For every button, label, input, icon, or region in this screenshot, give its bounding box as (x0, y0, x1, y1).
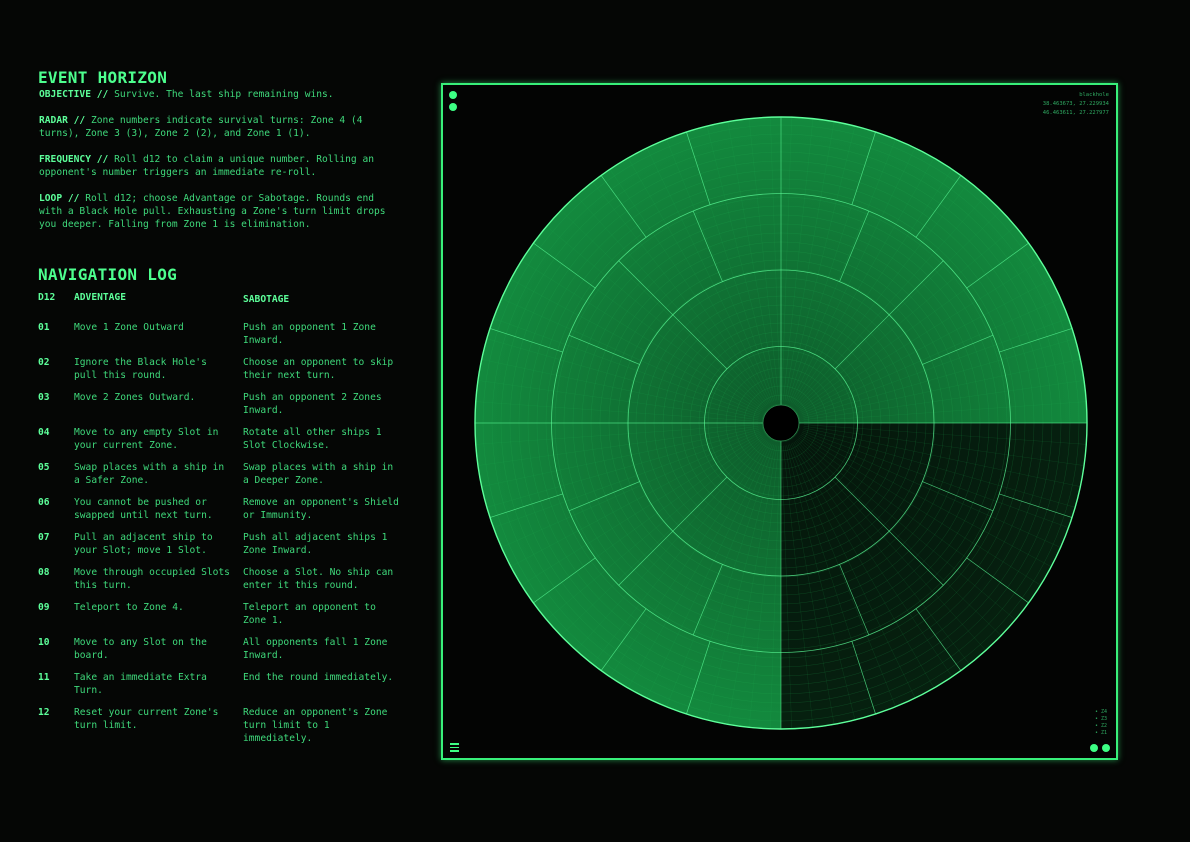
rules-panel: EVENT HORIZON OBJECTIVE // Survive. The … (38, 68, 399, 744)
roll-number: 12 (38, 707, 50, 718)
roll-number: 08 (38, 567, 50, 578)
advantage-text: Move 2 Zones Outward. (74, 392, 196, 403)
sabotage-text: Push an opponent 1 Zone Inward. (243, 322, 376, 346)
sabotage-text: Reduce an opponent's Zone turn limit to … (243, 707, 388, 744)
rule-paragraph: OBJECTIVE // Survive. The last ship rema… (39, 88, 398, 101)
status-light-icon (449, 91, 457, 99)
sabotage-text: Rotate all other ships 1 Slot Clockwise. (243, 427, 382, 451)
table-row: 09 Teleport to Zone 4. Teleport an opponen… (38, 601, 398, 636)
coords-line: blackhole (1079, 92, 1109, 98)
rule-key: FREQUENCY // (39, 154, 109, 165)
zone-legend: • Z4 • Z3 • Z2 • Z1 (1095, 709, 1107, 737)
roll-number: 11 (38, 672, 50, 683)
table-row: 12 Reset your current Zone's turn limit. R… (38, 706, 398, 744)
status-light-icon (1102, 744, 1110, 752)
table-row: 08 Move through occupied Slots this turn.… (38, 566, 398, 601)
nav-log-header: D12 ADVENTAGE SABOTAGE (38, 291, 398, 321)
roll-number: 10 (38, 637, 50, 648)
legend-item: • Z4 (1094, 709, 1107, 715)
rule-key: LOOP // (39, 193, 80, 204)
legend-item: • Z2 (1094, 723, 1107, 729)
radar-board: blackhole 38.463673, 27.229934 46.463611… (441, 83, 1118, 760)
sabotage-text: Remove an opponent's Shield or Immunity. (243, 497, 399, 521)
nav-log-title: NAVIGATION LOG (38, 265, 178, 284)
sabotage-text: All opponents fall 1 Zone Inward. (243, 637, 388, 661)
advantage-text: Take an immediate Extra Turn. (74, 672, 207, 696)
rules-list: OBJECTIVE // Survive. The last ship rema… (38, 88, 398, 231)
sabotage-text: Teleport an opponent to Zone 1. (243, 602, 376, 626)
rule-key: OBJECTIVE // (39, 89, 109, 100)
radar-svg (474, 116, 1088, 730)
nav-log-table: D12 ADVENTAGE SABOTAGE 01 Move 1 Zone Out… (38, 291, 399, 744)
advantage-text: Teleport to Zone 4. (74, 602, 184, 613)
table-row: 10 Move to any Slot on the board. All oppo… (38, 636, 398, 671)
roll-number: 07 (38, 532, 50, 543)
table-row: 06 You cannot be pushed or swapped until … (38, 496, 399, 531)
advantage-text: Ignore the Black Hole's pull this round. (74, 357, 207, 381)
coords-line: 46.463611, 27.227977 (1042, 110, 1109, 116)
advantage-text: Reset your current Zone's turn limit. (74, 707, 219, 731)
rule-text: Zone numbers indicate survival turns: Zo… (39, 115, 363, 139)
sabotage-text: Choose a Slot. No ship can enter it this… (243, 567, 394, 591)
sabotage-text: Push all adjacent ships 1 Zone Inward. (243, 532, 388, 556)
table-row: 01 Move 1 Zone Outward Push an opponent 1 … (38, 321, 398, 356)
roll-number: 04 (38, 427, 50, 438)
table-row: 05 Swap places with a ship in a Safer Zon… (38, 461, 398, 496)
rule-text: Survive. The last ship remaining wins. (114, 89, 334, 100)
rule-text: Roll d12; choose Advantage or Sabotage. … (39, 193, 386, 230)
table-row: 02 Ignore the Black Hole's pull this roun… (38, 356, 398, 391)
rule-paragraph: RADAR // Zone numbers indicate survival … (39, 114, 398, 140)
table-row: 03 Move 2 Zones Outward. Push an opponent … (38, 391, 398, 426)
roll-number: 03 (38, 392, 50, 403)
advantage-text: Move 1 Zone Outward (74, 322, 184, 333)
advantage-text: Pull an adjacent ship to your Slot; move… (74, 532, 213, 556)
roll-number: 01 (38, 322, 50, 333)
coordinates-readout: blackhole 38.463673, 27.229934 46.463611… (1043, 91, 1109, 118)
table-row: 04 Move to any empty Slot in your current… (38, 426, 398, 461)
legend-item: • Z1 (1094, 730, 1107, 736)
sabotage-text: Choose an opponent to skip their next tu… (243, 357, 394, 381)
sabotage-text: Push an opponent 2 Zones Inward. (243, 392, 382, 416)
advantage-text: Swap places with a ship in a Safer Zone. (74, 462, 225, 486)
sabotage-text: End the round immediately. (243, 672, 394, 683)
roll-number: 05 (38, 462, 50, 473)
advantage-text: Move to any empty Slot in your current Z… (74, 427, 219, 451)
status-light-icon (449, 103, 457, 111)
header-sabotage: SABOTAGE (243, 294, 290, 305)
game-title: EVENT HORIZON (38, 68, 168, 87)
roll-number: 02 (38, 357, 50, 368)
sabotage-text: Swap places with a ship in a Deeper Zone… (243, 462, 394, 486)
advantage-text: You cannot be pushed or swapped until ne… (74, 497, 213, 521)
advantage-text: Move through occupied Slots this turn. (74, 567, 230, 591)
nav-log-rows: 01 Move 1 Zone Outward Push an opponent 1 … (38, 321, 399, 744)
black-hole-icon (762, 404, 800, 442)
coords-line: 38.463673, 27.229934 (1042, 101, 1109, 107)
roll-number: 06 (38, 497, 50, 508)
table-row: 11 Take an immediate Extra Turn. End the r… (38, 671, 398, 706)
table-row: 07 Pull an adjacent ship to your Slot; mo… (38, 531, 398, 566)
menu-icon[interactable] (450, 743, 459, 752)
legend-item: • Z3 (1094, 716, 1107, 722)
status-light-icon (1090, 744, 1098, 752)
advantage-text: Move to any Slot on the board. (74, 637, 207, 661)
header-advantage: ADVENTAGE (74, 292, 126, 303)
rule-key: RADAR // (39, 115, 86, 126)
rule-paragraph: FREQUENCY // Roll d12 to claim a unique … (39, 153, 398, 179)
header-d12: D12 (38, 292, 56, 303)
rule-paragraph: LOOP // Roll d12; choose Advantage or Sa… (39, 192, 398, 231)
roll-number: 09 (38, 602, 50, 613)
